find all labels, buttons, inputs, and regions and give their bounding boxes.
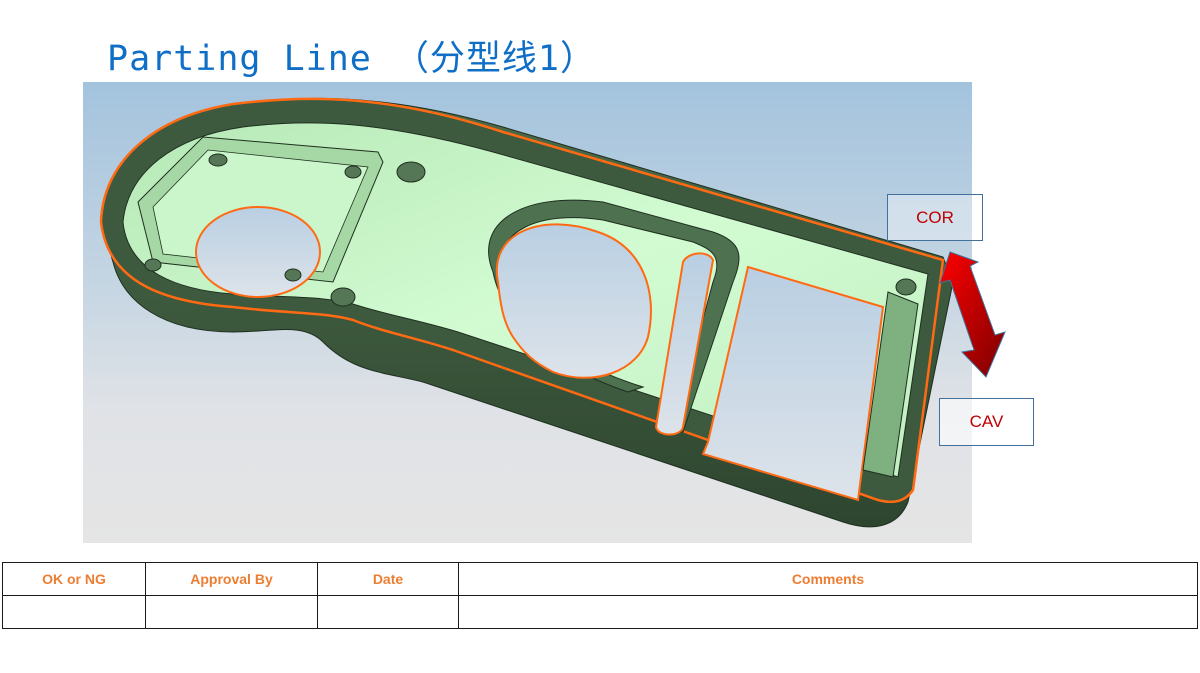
cavity-label-box: CAV — [939, 398, 1034, 446]
table-header-row: OK or NG Approval By Date Comments — [2, 562, 1198, 596]
header-ok-or-ng: OK or NG — [2, 562, 146, 596]
approval-table: OK or NG Approval By Date Comments — [2, 562, 1198, 629]
double-arrow-icon — [939, 251, 1006, 378]
slide-title: Parting Line （分型线1） — [107, 39, 597, 79]
header-approval-by: Approval By — [145, 562, 318, 596]
core-label: COR — [916, 207, 954, 227]
header-comments: Comments — [458, 562, 1198, 596]
left-hole — [195, 206, 321, 298]
cell-comments[interactable] — [458, 595, 1198, 629]
cad-model-drawing — [99, 97, 954, 528]
cad-model-image — [83, 82, 972, 543]
cell-ok-or-ng[interactable] — [2, 595, 146, 629]
header-date: Date — [317, 562, 459, 596]
cell-date[interactable] — [317, 595, 459, 629]
table-row — [2, 595, 1198, 629]
cavity-label: CAV — [969, 412, 1004, 431]
cell-approval-by[interactable] — [145, 595, 318, 629]
core-label-box: COR — [887, 194, 983, 241]
